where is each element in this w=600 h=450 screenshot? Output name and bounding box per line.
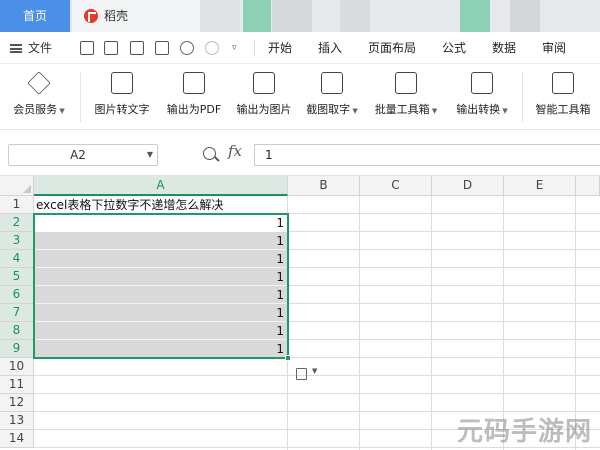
image-to-text-icon — [111, 72, 133, 94]
image-to-text-label: 图片转文字 — [94, 103, 150, 116]
column-header-a[interactable]: A — [34, 176, 288, 196]
watermark: 元码手游网 — [456, 417, 592, 447]
output-convert-label: 输出转换 — [456, 103, 501, 116]
column-header-c[interactable]: C — [360, 176, 432, 196]
export-image-button[interactable]: 输出为图片 — [230, 64, 298, 130]
save-icon[interactable] — [80, 41, 94, 55]
blurred-tab — [460, 0, 490, 32]
file-menu[interactable]: 文件 — [10, 32, 52, 64]
tab-docer[interactable]: 稻壳 — [72, 0, 200, 32]
smart-toolbox-icon — [552, 72, 574, 94]
column-header-f[interactable] — [576, 176, 600, 196]
row-header[interactable]: 3 — [0, 232, 34, 250]
docer-logo-icon — [84, 9, 98, 23]
spreadsheet-grid[interactable]: A B C D E 1 2 3 4 5 6 7 8 9 10 11 12 13 … — [0, 176, 600, 450]
file-menu-label: 文件 — [28, 41, 53, 55]
gridline — [34, 393, 600, 394]
export-pdf-button[interactable]: 输出为PDF — [160, 64, 228, 130]
dropdown-arrow-icon: ▼ — [429, 107, 438, 115]
pdf-export-icon — [183, 72, 205, 94]
row-header[interactable]: 8 — [0, 322, 34, 340]
row-header[interactable]: 11 — [0, 376, 34, 394]
fill-handle[interactable] — [285, 355, 291, 361]
smart-toolbox-button[interactable]: 智能工具箱 — [528, 64, 598, 130]
fx-icon[interactable]: fx — [228, 142, 242, 160]
row-header[interactable]: 9 — [0, 340, 34, 358]
export-icon[interactable] — [104, 41, 118, 55]
convert-icon — [471, 72, 493, 94]
batch-toolbox-button[interactable]: 批量工具箱 ▼ — [368, 64, 444, 130]
cell-a1[interactable]: excel表格下拉数字不递增怎么解决 — [36, 197, 223, 214]
row-header[interactable]: 10 — [0, 358, 34, 376]
tab-docer-label: 稻壳 — [104, 9, 129, 23]
print-icon[interactable] — [130, 41, 144, 55]
select-all-corner[interactable] — [0, 176, 34, 196]
column-header-e[interactable]: E — [504, 176, 576, 196]
undo-icon[interactable] — [180, 41, 194, 55]
row-header[interactable]: 1 — [0, 196, 34, 214]
row-header[interactable]: 5 — [0, 268, 34, 286]
tab-data[interactable]: 数据 — [492, 32, 516, 64]
tab-start[interactable]: 开始 — [268, 32, 292, 64]
image-to-text-button[interactable]: 图片转文字 — [86, 64, 158, 130]
screenshot-ocr-button[interactable]: 截图取字 ▼ — [300, 64, 364, 130]
row-header[interactable]: 4 — [0, 250, 34, 268]
blurred-tab — [340, 0, 370, 32]
row-header[interactable]: 2 — [0, 214, 34, 232]
diamond-icon — [27, 71, 51, 95]
image-export-icon — [253, 72, 275, 94]
blurred-tab — [243, 0, 271, 32]
tab-bar: 首页 稻壳 — [0, 0, 600, 32]
blurred-tab — [510, 0, 540, 32]
blurred-tab — [200, 0, 240, 32]
formula-bar: A2 ▼ fx 1 — [0, 130, 600, 176]
export-pdf-label: 输出为PDF — [166, 103, 222, 116]
column-header-b[interactable]: B — [288, 176, 360, 196]
zoom-icon[interactable] — [203, 147, 216, 160]
batch-toolbox-label: 批量工具箱 — [374, 103, 430, 116]
dropdown-arrow-icon: ▼ — [500, 107, 508, 115]
chevron-down-icon[interactable]: ▼ — [147, 145, 153, 165]
member-service-label: 会员服务 — [13, 103, 58, 116]
row-header[interactable]: 13 — [0, 412, 34, 430]
member-service-button[interactable]: 会员服务 ▼ — [4, 64, 74, 130]
cell-reference: A2 — [70, 148, 86, 162]
chevron-down-icon: ▼ — [312, 367, 318, 375]
formula-input[interactable]: 1 — [254, 144, 600, 166]
toolbox-icon — [395, 72, 417, 94]
selection-border — [33, 213, 289, 359]
tab-home[interactable]: 首页 — [0, 0, 70, 32]
divider — [522, 72, 523, 122]
divider — [80, 72, 81, 122]
row-header[interactable]: 12 — [0, 394, 34, 412]
screenshot-ocr-icon — [321, 72, 343, 94]
gridline — [359, 196, 360, 450]
tab-review[interactable]: 审阅 — [542, 32, 566, 64]
dropdown-arrow-icon: ▼ — [350, 107, 358, 115]
blurred-tab — [272, 0, 312, 32]
menu-bar: 文件 ▿ 开始 插入 页面布局 公式 数据 审阅 — [0, 32, 600, 64]
tab-formula[interactable]: 公式 — [442, 32, 466, 64]
name-box[interactable]: A2 ▼ — [8, 144, 158, 166]
gridline — [431, 196, 432, 450]
auto-fill-options-button[interactable]: ▼ — [294, 366, 324, 382]
output-convert-button[interactable]: 输出转换 ▼ — [448, 64, 516, 130]
row-header[interactable]: 7 — [0, 304, 34, 322]
redo-icon[interactable] — [205, 41, 219, 55]
screenshot-ocr-label: 截图取字 — [306, 103, 351, 116]
hamburger-icon — [10, 44, 22, 53]
tab-insert[interactable]: 插入 — [318, 32, 342, 64]
row-header[interactable]: 6 — [0, 286, 34, 304]
quick-access-dropdown-icon[interactable]: ▿ — [232, 32, 237, 64]
auto-fill-options-icon — [296, 368, 307, 380]
divider — [254, 40, 255, 56]
print-preview-icon[interactable] — [155, 41, 169, 55]
tab-page-layout[interactable]: 页面布局 — [368, 32, 416, 64]
dropdown-arrow-icon: ▼ — [57, 107, 65, 115]
smart-toolbox-label: 智能工具箱 — [535, 103, 591, 116]
column-header-d[interactable]: D — [432, 176, 504, 196]
ribbon: 会员服务 ▼ 图片转文字 输出为PDF 输出为图片 截图取字 ▼ 批量工具箱 ▼… — [0, 64, 600, 130]
row-header[interactable]: 14 — [0, 430, 34, 448]
export-image-label: 输出为图片 — [236, 103, 292, 116]
